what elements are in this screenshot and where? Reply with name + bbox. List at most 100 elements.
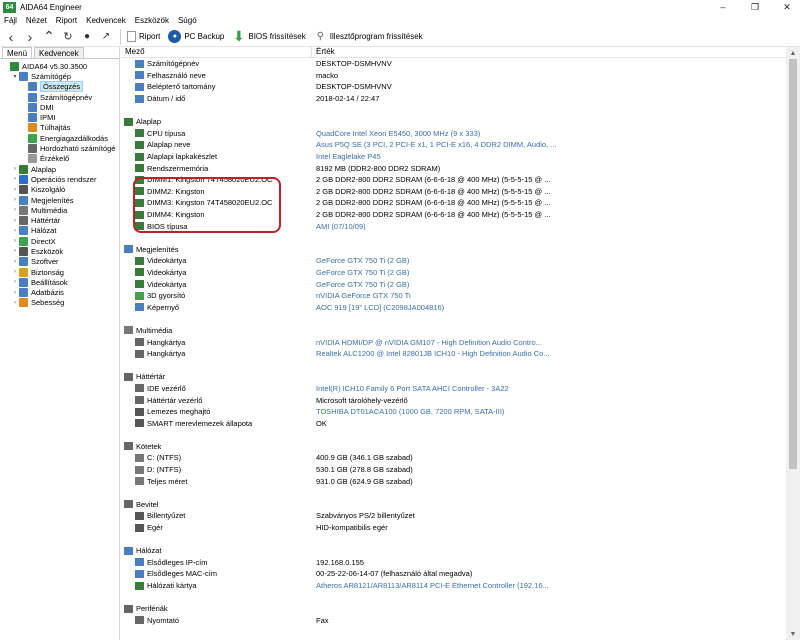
vertical-scrollbar[interactable]: ▲ ▼ [786,47,800,640]
detail-row[interactable]: Hangkártya nVIDIA HDMI/DP @ nVIDIA GM107 … [121,336,786,348]
tree-item[interactable]: Érzékelő [0,154,119,164]
tree-expander-icon[interactable]: › [11,300,19,306]
tree-expander-icon[interactable]: ▾ [11,73,19,80]
bios-update-button[interactable]: ⬇ BIOS frissítések [232,28,306,44]
value-link[interactable]: AMI (07/10/09) [316,222,366,231]
tree-item[interactable]: › Szoftver [0,257,119,267]
tree-expander-icon[interactable]: › [11,166,19,172]
value-link[interactable]: nVIDIA GeForce GTX 750 Ti [316,291,411,300]
tab-favorites[interactable]: Kedvencek [34,47,84,58]
tree-item[interactable]: › Megjelenítés [0,195,119,205]
detail-row[interactable]: Billentyűzet Szabványos PS/2 billentyűzet [121,510,786,522]
tree-item[interactable]: › Adatbázis [0,288,119,298]
refresh-icon[interactable]: ↻ [60,29,76,45]
menu-item[interactable]: Nézet [26,16,47,25]
detail-row[interactable]: Elsődleges IP-cím 192.168.0.155 [121,557,786,569]
detail-row[interactable]: Alaplapi lapkakészlet Intel Eaglelake P45 [121,151,786,163]
detail-row[interactable]: D: (NTFS) 530.1 GB (278.8 GB szabad) [121,464,786,476]
tree-item[interactable]: AIDA64 v5.30.3500 [0,61,119,71]
tree-item[interactable]: › Beállítások [0,277,119,287]
tree-expander-icon[interactable]: › [11,290,19,296]
detail-row[interactable]: Nyomtató Fax [121,615,786,627]
detail-row[interactable]: Lemezes meghajtó TOSHIBA DT01ACA100 (1000… [121,406,786,418]
tree-item[interactable]: Összegzés [0,81,119,93]
value-column-header[interactable]: Érték [312,47,335,57]
maximize-icon[interactable]: ❐ [744,0,766,14]
tree-item[interactable]: › Biztonság [0,267,119,277]
detail-row[interactable]: Belépteтő tartomány DESKTOP-DSMHVNV [121,81,786,93]
tree-item[interactable]: Energiagazdálkodás [0,133,119,143]
tree-expander-icon[interactable]: › [11,279,19,285]
tree-item[interactable]: Számítógépnév [0,92,119,102]
detail-row[interactable]: Egér HID-kompatibilis egér [121,522,786,534]
detail-row[interactable]: Elsődleges MAC-cím 00-25-22-06-14-07 (fel… [121,568,786,580]
tree-item[interactable]: IPMI [0,112,119,123]
tree-expander-icon[interactable]: › [11,187,19,193]
menu-item[interactable]: Riport [56,16,77,25]
scrollbar-thumb[interactable] [789,59,797,469]
detail-row[interactable]: CPU típusa QuadCore Intel Xeon E5450, 300… [121,128,786,140]
tree-expander-icon[interactable]: › [11,197,19,203]
scroll-down-icon[interactable]: ▼ [786,628,800,640]
detail-row[interactable]: 3D gyorsító nVIDIA GeForce GTX 750 Ti [121,290,786,302]
value-link[interactable]: GeForce GTX 750 Ti (2 GB) [316,256,409,265]
value-link[interactable]: Intel(R) ICH10 Family 6 Port SATA AHCI C… [316,384,509,393]
tree-expander-icon[interactable]: › [11,176,19,182]
tree-item[interactable]: Túlhajtás [0,123,119,133]
tree-item[interactable]: › Háttértár [0,215,119,226]
tree-expander-icon[interactable]: › [11,259,19,265]
value-link[interactable]: Realtek ALC1200 @ Intel 82801JB ICH10 - … [316,349,550,358]
up-icon[interactable]: ⌃ [41,28,57,45]
menu-item[interactable]: Eszközök [135,16,169,25]
detail-row[interactable]: Videokártya GeForce GTX 750 Ti (2 GB) [121,267,786,279]
detail-row[interactable]: Dátum / idő 2018-02-14 / 22:47 [121,93,786,105]
detail-row[interactable]: Hálózati kártya Atheros AR8121/AR8113/AR8… [121,580,786,592]
close-icon[interactable]: ✕ [776,0,798,14]
forward-icon[interactable]: › [22,29,38,45]
detail-row[interactable]: IDE vezérlő Intel(R) ICH10 Family 6 Port … [121,383,786,395]
detail-row[interactable]: Teljes méret 931.0 GB (624.9 GB szabad) [121,475,786,487]
detail-row[interactable]: Videokártya GeForce GTX 750 Ti (2 GB) [121,255,786,267]
tree-item[interactable]: › Kiszolgáló [0,185,119,195]
tree-expander-icon[interactable]: › [11,248,19,254]
detail-row[interactable]: Háttértár vezérlő Microsoft tárolóhely-ve… [121,394,786,406]
pc-backup-button[interactable]: ● PC Backup [168,30,224,43]
tree-item[interactable]: › Operációs rendszer [0,174,119,184]
field-column-header[interactable]: Mező [121,47,312,57]
detail-row[interactable]: SMART merevlemezek állapota OK [121,417,786,429]
value-link[interactable]: GeForce GTX 750 Ti (2 GB) [316,280,409,289]
value-link[interactable]: QuadCore Intel Xeon E5450, 3000 MHz (9 x… [316,129,480,138]
tree-item[interactable]: › Sebesség [0,298,119,308]
value-link[interactable]: GeForce GTX 750 Ti (2 GB) [316,268,409,277]
detail-row[interactable]: Videokártya GeForce GTX 750 Ti (2 GB) [121,278,786,290]
tree-expander-icon[interactable]: › [11,207,19,213]
tree-item[interactable]: DMI [0,102,119,112]
detail-row[interactable]: Hangkártya Realtek ALC1200 @ Intel 82801J… [121,348,786,360]
tree-item[interactable]: › DirectX [0,236,119,246]
minimize-icon[interactable]: – [712,0,734,14]
detail-row[interactable]: Rendszermemória 8192 MB (DDR2-800 DDR2 SD… [121,162,786,174]
detail-row[interactable]: Felhasználó neve macko [121,70,786,82]
chart-icon[interactable]: ↗ [98,29,114,45]
value-link[interactable]: TOSHIBA DT01ACA100 (1000 GB, 7200 RPM, S… [316,407,504,416]
value-link[interactable]: nVIDIA HDMI/DP @ nVIDIA GM107 - High Def… [316,338,542,347]
tree-item[interactable]: › Multimédia [0,205,119,215]
scroll-up-icon[interactable]: ▲ [786,47,800,59]
value-link[interactable]: Intel Eaglelake P45 [316,152,381,161]
tree-item[interactable]: › Eszközök [0,246,119,256]
tree-expander-icon[interactable]: › [11,218,19,224]
value-link[interactable]: Asus P5Q SE (3 PCI, 2 PCI-E x1, 1 PCI-E … [316,140,557,149]
back-icon[interactable]: ‹ [3,29,19,45]
detail-row[interactable]: C: (NTFS) 400.9 GB (346.1 GB szabad) [121,452,786,464]
user-icon[interactable]: ● [79,29,95,45]
tree-item[interactable]: Hordozható számítógé [0,143,119,154]
tree-item[interactable]: › Hálózat [0,226,119,236]
tree-item[interactable]: ▾ Számítógép [0,71,119,81]
detail-row[interactable]: Alaplap neve Asus P5Q SE (3 PCI, 2 PCI-E … [121,139,786,151]
detail-row[interactable]: Képernyő AOC 919 [19" LCD] (C2098JA004816… [121,301,786,313]
tree-expander-icon[interactable]: › [11,228,19,234]
detail-row[interactable]: Számítógépnév DESKTOP-DSMHVNV [121,58,786,70]
tree-expander-icon[interactable]: › [11,238,19,244]
menu-item[interactable]: Kedvencek [86,16,126,25]
value-link[interactable]: AOC 919 [19" LCD] (C2098JA004816) [316,303,444,312]
